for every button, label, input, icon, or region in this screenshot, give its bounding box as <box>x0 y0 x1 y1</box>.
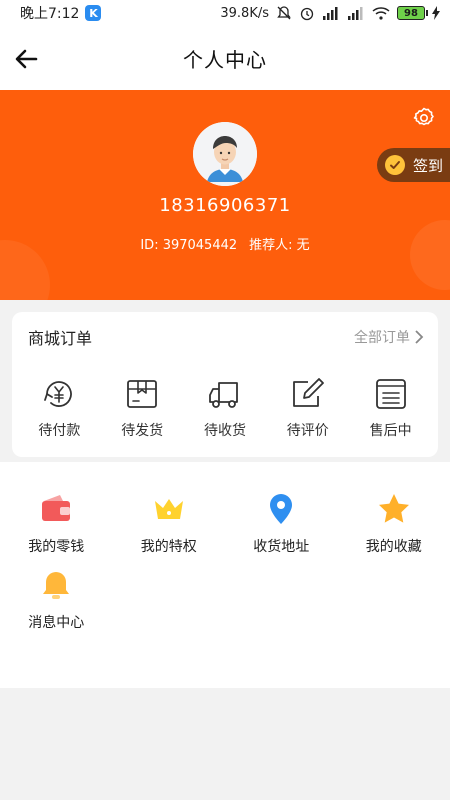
status-time: 晚上7:12 <box>20 6 80 22</box>
charging-icon <box>432 6 440 20</box>
service-label: 我的收藏 <box>365 539 422 555</box>
location-pin-icon <box>270 494 293 524</box>
orders-header: 商城订单 全部订单 <box>12 312 438 362</box>
services-row: 我的零钱 我的特权 收货地址 我的收藏 <box>0 462 450 564</box>
signal-icon <box>322 6 340 20</box>
alarm-icon <box>299 5 315 21</box>
user-phone: 18316906371 <box>159 195 291 216</box>
user-avatar-icon <box>193 122 257 186</box>
order-after-sales[interactable]: 售后中 <box>352 376 430 440</box>
pending-receipt-icon <box>209 382 238 408</box>
order-label: 售后中 <box>369 423 412 439</box>
chevron-right-icon <box>415 330 424 344</box>
order-pending-payment[interactable]: 待付款 <box>20 376 98 440</box>
service-label: 我的特权 <box>140 539 197 555</box>
avatar[interactable] <box>193 122 257 186</box>
settings-button[interactable] <box>412 106 436 130</box>
service-wallet[interactable]: 我的零钱 <box>0 462 113 564</box>
service-favorites[interactable]: 我的收藏 <box>338 462 450 564</box>
profile-banner: 签到 18316906371 ID: 397045442 推荐人: 无 <box>0 90 450 300</box>
network-speed: 39.8K/s <box>220 5 269 21</box>
service-label: 消息中心 <box>28 615 85 631</box>
app-notification-icon: K <box>85 5 102 21</box>
all-orders-label: 全部订单 <box>354 330 410 346</box>
service-messages[interactable]: 消息中心 <box>0 564 113 666</box>
battery-icon: 98 <box>397 6 428 20</box>
services-row: 消息中心 <box>0 564 450 666</box>
after-sales-icon <box>375 379 406 409</box>
order-status-row: 待付款 待发货 待收货 待评价 售后中 <box>12 362 438 440</box>
star-icon <box>378 494 409 523</box>
service-address[interactable]: 收货地址 <box>225 462 338 564</box>
decor-circle <box>410 220 450 290</box>
order-label: 待发货 <box>121 423 164 439</box>
pending-payment-icon <box>44 381 73 407</box>
signal-2-icon <box>347 6 365 20</box>
order-pending-shipment[interactable]: 待发货 <box>103 376 181 440</box>
service-label: 我的零钱 <box>28 539 85 555</box>
service-privilege[interactable]: 我的特权 <box>113 462 226 564</box>
service-label: 收货地址 <box>253 539 310 555</box>
crown-icon <box>154 499 183 519</box>
referrer: 推荐人: 无 <box>249 238 310 253</box>
all-orders-link[interactable]: 全部订单 <box>354 327 424 347</box>
mall-orders-card: 商城订单 全部订单 待付款 待发货 待收货 待评价 售后中 <box>12 312 438 457</box>
order-label: 待评价 <box>286 423 329 439</box>
order-label: 待收货 <box>203 423 246 439</box>
services-grid: 我的零钱 我的特权 收货地址 我的收藏 消息中心 <box>0 462 450 688</box>
mute-icon <box>276 5 292 21</box>
bell-icon <box>43 572 70 599</box>
wallet-icon <box>42 495 71 521</box>
wifi-icon <box>372 6 390 20</box>
pending-shipment-icon <box>127 380 158 408</box>
order-pending-review[interactable]: 待评价 <box>269 376 347 440</box>
app-header: 个人中心 <box>0 26 450 90</box>
status-bar: 晚上7:12 K 39.8K/s 98 <box>0 0 450 26</box>
check-icon <box>385 155 405 175</box>
user-id: ID: 397045442 <box>140 238 238 253</box>
order-label: 待付款 <box>38 423 81 439</box>
user-id-line: ID: 397045442 推荐人: 无 <box>0 234 450 253</box>
pending-review-icon <box>292 378 324 407</box>
arrow-left-icon <box>15 49 38 69</box>
status-right: 39.8K/s 98 <box>220 5 440 21</box>
page-title: 个人中心 <box>183 47 267 72</box>
checkin-label: 签到 <box>413 156 444 175</box>
gear-icon <box>413 107 434 126</box>
checkin-button[interactable]: 签到 <box>377 148 450 182</box>
status-left: 晚上7:12 K <box>20 3 102 23</box>
order-pending-receipt[interactable]: 待收货 <box>186 376 264 440</box>
back-button[interactable] <box>14 46 40 72</box>
orders-title: 商城订单 <box>28 329 93 348</box>
